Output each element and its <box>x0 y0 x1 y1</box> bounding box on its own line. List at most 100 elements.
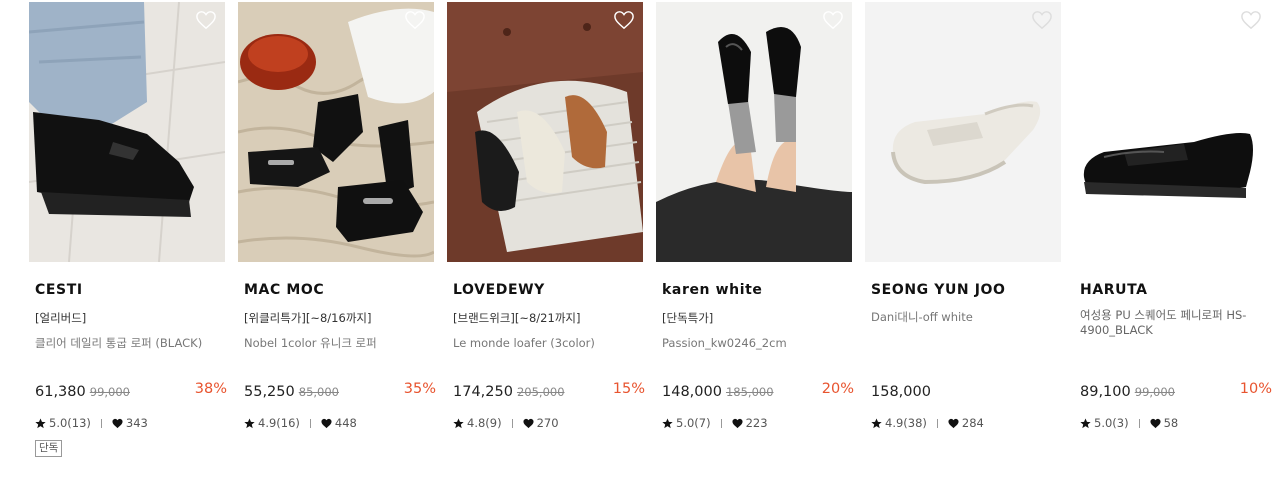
divider <box>309 418 311 428</box>
product-image[interactable] <box>447 2 643 262</box>
product-photo <box>1074 2 1270 262</box>
star-icon <box>871 417 882 428</box>
exclusive-badge: 단독 <box>35 440 63 457</box>
rating-value: 5.0(3) <box>1094 416 1129 430</box>
rating-value: 5.0(13) <box>49 416 91 430</box>
product-name[interactable]: Passion_kw0246_2cm <box>662 336 858 351</box>
heart-icon <box>321 418 332 428</box>
wishlist-button[interactable] <box>822 10 844 30</box>
discount-rate: 15% <box>612 381 645 397</box>
product-image[interactable] <box>1074 2 1270 262</box>
rating-value: 4.8(9) <box>467 416 502 430</box>
discount-rate: 35% <box>403 381 436 397</box>
heart-outline-icon <box>1241 11 1261 30</box>
brand-name[interactable]: MAC MOC <box>244 282 324 298</box>
original-price: 185,000 <box>725 385 774 399</box>
divider <box>100 418 102 428</box>
rating-value: 5.0(7) <box>676 416 711 430</box>
sale-price: 158,000 <box>871 384 931 400</box>
product-card[interactable]: MAC MOC [위클리특가][~8/16까지] Nobel 1color 유니… <box>238 2 436 430</box>
discount-rate: 38% <box>194 381 227 397</box>
product-name[interactable]: Le monde loafer (3color) <box>453 336 649 351</box>
like-count: 284 <box>961 416 984 430</box>
original-price: 99,000 <box>89 385 130 399</box>
sale-price: 89,100 <box>1080 384 1131 400</box>
product-name[interactable]: 여성용 PU 스퀘어도 페니로퍼 HS-4900_BLACK <box>1080 308 1276 338</box>
product-card[interactable]: CESTI [얼리버드] 클리어 데일리 통굽 로퍼 (BLACK) 61,38… <box>29 2 227 457</box>
product-name[interactable]: 클리어 데일리 통굽 로퍼 (BLACK) <box>35 336 231 351</box>
product-name[interactable]: Nobel 1color 유니크 로퍼 <box>244 336 440 351</box>
like-count: 270 <box>536 416 559 430</box>
product-card[interactable]: LOVEDEWY [브랜드위크][~8/21까지] Le monde loafe… <box>447 2 645 430</box>
like-count: 448 <box>334 416 357 430</box>
star-icon <box>244 417 255 428</box>
sale-price: 61,380 <box>35 384 86 400</box>
product-image[interactable] <box>656 2 852 262</box>
brand-name[interactable]: CESTI <box>35 282 83 298</box>
product-photo <box>447 2 643 262</box>
product-name[interactable]: Dani대니-off white <box>871 310 1067 325</box>
star-icon <box>35 417 46 428</box>
brand-name[interactable]: LOVEDEWY <box>453 282 545 298</box>
wishlist-button[interactable] <box>613 10 635 30</box>
divider <box>936 418 938 428</box>
price-row: 61,380 99,000 38% <box>35 381 227 401</box>
product-image[interactable] <box>865 2 1061 262</box>
wishlist-button[interactable] <box>1031 10 1053 30</box>
star-icon <box>662 417 673 428</box>
review-meta: 4.9(38) 284 <box>871 415 984 431</box>
price-row: 148,000 185,000 20% <box>662 381 854 401</box>
original-price: 85,000 <box>298 385 339 399</box>
product-card[interactable]: SEONG YUN JOO Dani대니-off white 158,000 4… <box>865 2 1061 430</box>
product-image[interactable] <box>29 2 225 262</box>
heart-outline-icon <box>1032 11 1052 30</box>
heart-icon <box>732 418 743 428</box>
original-price: 205,000 <box>516 385 565 399</box>
product-card[interactable]: karen white [단독특가] Passion_kw0246_2cm 14… <box>656 2 854 430</box>
review-meta: 4.8(9) 270 <box>453 415 559 431</box>
review-meta: 5.0(7) 223 <box>662 415 768 431</box>
price-row: 158,000 <box>871 381 1063 401</box>
wishlist-button[interactable] <box>1240 10 1262 30</box>
divider <box>511 418 513 428</box>
rating-value: 4.9(38) <box>885 416 927 430</box>
like-count: 58 <box>1163 416 1179 430</box>
discount-rate: 10% <box>1239 381 1272 397</box>
promo-label: [위클리특가][~8/16까지] <box>244 311 372 325</box>
heart-outline-icon <box>405 11 425 30</box>
discount-rate: 20% <box>821 381 854 397</box>
product-photo <box>656 2 852 262</box>
product-image[interactable] <box>238 2 434 262</box>
price-row: 55,250 85,000 35% <box>244 381 436 401</box>
wishlist-button[interactable] <box>404 10 426 30</box>
heart-outline-icon <box>614 11 634 30</box>
brand-name[interactable]: SEONG YUN JOO <box>871 282 1006 298</box>
heart-icon <box>1150 418 1161 428</box>
product-photo <box>238 2 434 262</box>
product-photo <box>865 2 1061 262</box>
like-count: 343 <box>125 416 148 430</box>
promo-label: [단독특가] <box>662 311 714 325</box>
rating-value: 4.9(16) <box>258 416 300 430</box>
star-icon <box>1080 417 1091 428</box>
heart-icon <box>948 418 959 428</box>
divider <box>1138 418 1140 428</box>
price-row: 89,100 99,000 10% <box>1080 381 1272 401</box>
promo-label: [브랜드위크][~8/21까지] <box>453 311 581 325</box>
heart-outline-icon <box>823 11 843 30</box>
review-meta: 4.9(16) 448 <box>244 415 357 431</box>
promo-label: [얼리버드] <box>35 311 87 325</box>
sale-price: 55,250 <box>244 384 295 400</box>
wishlist-button[interactable] <box>195 10 217 30</box>
like-count: 223 <box>745 416 768 430</box>
review-meta: 5.0(3) 58 <box>1080 415 1178 431</box>
brand-name[interactable]: HARUTA <box>1080 282 1148 298</box>
heart-outline-icon <box>196 11 216 30</box>
heart-icon <box>112 418 123 428</box>
brand-name[interactable]: karen white <box>662 282 763 298</box>
product-card[interactable]: HARUTA 여성용 PU 스퀘어도 페니로퍼 HS-4900_BLACK 89… <box>1074 2 1272 430</box>
original-price: 99,000 <box>1134 385 1175 399</box>
review-meta: 5.0(13) 343 <box>35 415 148 431</box>
heart-icon <box>523 418 534 428</box>
divider <box>720 418 722 428</box>
